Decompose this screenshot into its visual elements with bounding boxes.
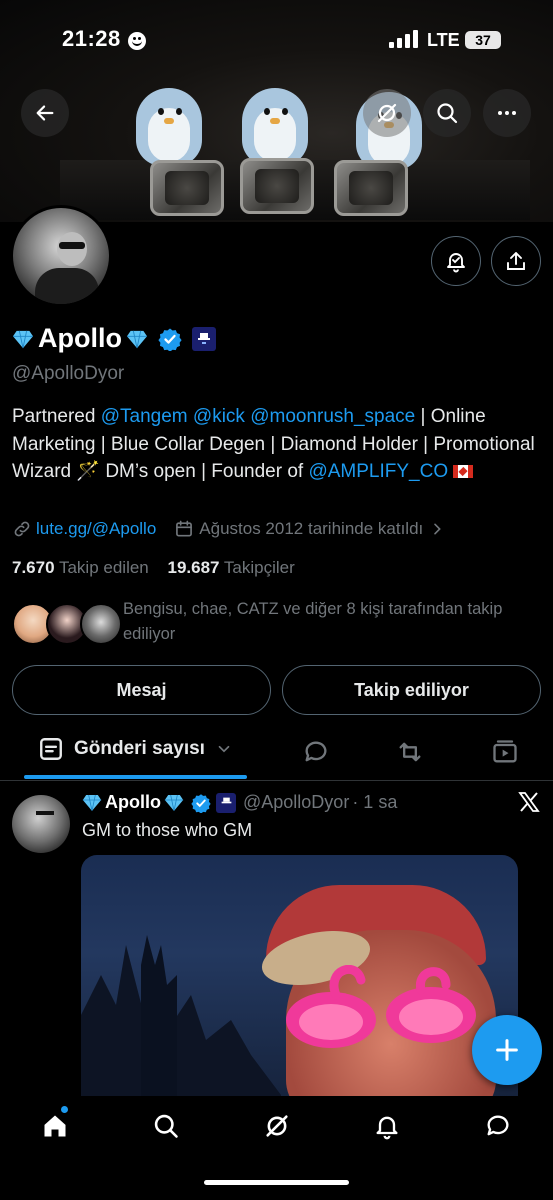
affiliate-badge-icon[interactable] [191, 326, 216, 351]
verified-badge-icon [191, 793, 211, 813]
canada-flag-icon [453, 465, 474, 478]
profile-bio: Partnered @Tangem @kick @moonrush_space … [12, 406, 535, 482]
tab-posts[interactable]: Gönderi sayısı [38, 736, 233, 762]
diamond-emoji-icon [164, 794, 184, 811]
bio-mention-link[interactable]: @AMPLIFY_CO [308, 461, 448, 482]
battery-indicator: 37 [465, 31, 501, 49]
nav-home[interactable] [37, 1108, 73, 1144]
mutual-followers-text[interactable]: Bengisu, chae, CATZ ve diğer 8 kişi tara… [123, 597, 548, 647]
display-name: Apollo [38, 323, 122, 353]
bio-mention-link[interactable]: @kick [193, 406, 245, 427]
nav-grok[interactable] [259, 1108, 295, 1144]
reply-icon [305, 741, 327, 762]
x-logo-icon [517, 790, 541, 821]
compose-button[interactable] [472, 1015, 542, 1085]
flamingo-glasses [286, 965, 476, 1048]
tab-divider [0, 780, 553, 781]
search-button[interactable] [423, 89, 471, 137]
bell-check-icon [447, 253, 465, 273]
home-indicator[interactable] [204, 1180, 349, 1185]
tab-media[interactable] [491, 738, 519, 771]
profile-name: Apollo [12, 323, 216, 354]
chevron-down-icon [218, 745, 230, 753]
search-icon [154, 1114, 178, 1138]
posts-icon [40, 738, 62, 760]
post-header: Apollo @ApolloDyor · 1 sa [82, 792, 397, 813]
nav-messages[interactable] [480, 1108, 516, 1144]
bio-mention-link[interactable]: @Tangem [101, 406, 188, 427]
tab-replies[interactable] [302, 738, 330, 771]
back-button[interactable] [21, 89, 69, 137]
profile-meta: lute.gg/@Apollo Ağustos 2012 tarihinde k… [12, 519, 445, 539]
link-icon [14, 521, 30, 537]
share-icon [507, 252, 525, 270]
grok-button[interactable] [363, 89, 411, 137]
nav-notifications[interactable] [369, 1108, 405, 1144]
calendar-icon [176, 520, 193, 537]
messages-icon [487, 1115, 509, 1136]
network-label: LTE [427, 30, 460, 50]
following-stat[interactable]: 7.670 Takip edilen [12, 558, 149, 577]
affiliate-badge-icon [216, 792, 236, 813]
banner-watch [150, 160, 224, 216]
arrow-left-icon [36, 105, 54, 121]
mutual-followers-avatars[interactable] [12, 603, 122, 645]
verified-badge-icon[interactable] [158, 327, 182, 351]
banner-watch [240, 158, 314, 214]
diamond-emoji-icon [82, 794, 102, 811]
nav-search[interactable] [148, 1108, 184, 1144]
diamond-emoji-icon [12, 330, 33, 348]
grok-icon [266, 1115, 288, 1137]
tab-reposts[interactable] [396, 738, 424, 771]
chevron-right-icon[interactable] [429, 521, 445, 537]
home-icon [44, 1115, 66, 1137]
post-image[interactable] [81, 855, 518, 1100]
followers-stat[interactable]: 19.687 Takipçiler [167, 558, 294, 577]
post-text: GM to those who GM [82, 820, 253, 840]
repost-icon [399, 742, 421, 762]
grok-icon [377, 103, 397, 123]
bell-icon [376, 1116, 398, 1140]
post-author-name[interactable]: Apollo [105, 792, 161, 813]
status-time: 21:28 [62, 26, 121, 51]
search-icon [437, 103, 458, 124]
more-icon [498, 111, 516, 115]
plus-icon [496, 1039, 518, 1061]
focus-mode-icon [128, 32, 146, 50]
unread-dot [61, 1106, 68, 1113]
signal-icon [389, 30, 419, 48]
image-trees [81, 935, 281, 1100]
profile-handle: @ApolloDyor [12, 363, 125, 384]
profile-website-link[interactable]: lute.gg/@Apollo [36, 519, 156, 539]
profile-avatar[interactable] [10, 205, 112, 307]
share-button[interactable] [491, 236, 541, 286]
notifications-button[interactable] [431, 236, 481, 286]
media-icon [493, 740, 517, 763]
post-author-handle: @ApolloDyor [243, 792, 350, 812]
joined-date[interactable]: Ağustos 2012 tarihinde katıldı [199, 519, 423, 539]
avatar [80, 603, 122, 645]
message-button[interactable]: Mesaj [12, 665, 271, 715]
diamond-emoji-icon [126, 330, 147, 348]
banner-watch [334, 160, 408, 216]
more-button[interactable] [483, 89, 531, 137]
following-button[interactable]: Takip ediliyor [282, 665, 541, 715]
bio-mention-link[interactable]: @moonrush_space [250, 406, 415, 427]
active-tab-indicator [24, 775, 247, 779]
post-avatar[interactable] [12, 795, 70, 853]
post-time: · 1 sa [352, 792, 398, 812]
tab-posts-label: Gönderi sayısı [74, 738, 205, 759]
profile-stats: 7.670 Takip edilen 19.687 Takipçiler [12, 558, 295, 578]
